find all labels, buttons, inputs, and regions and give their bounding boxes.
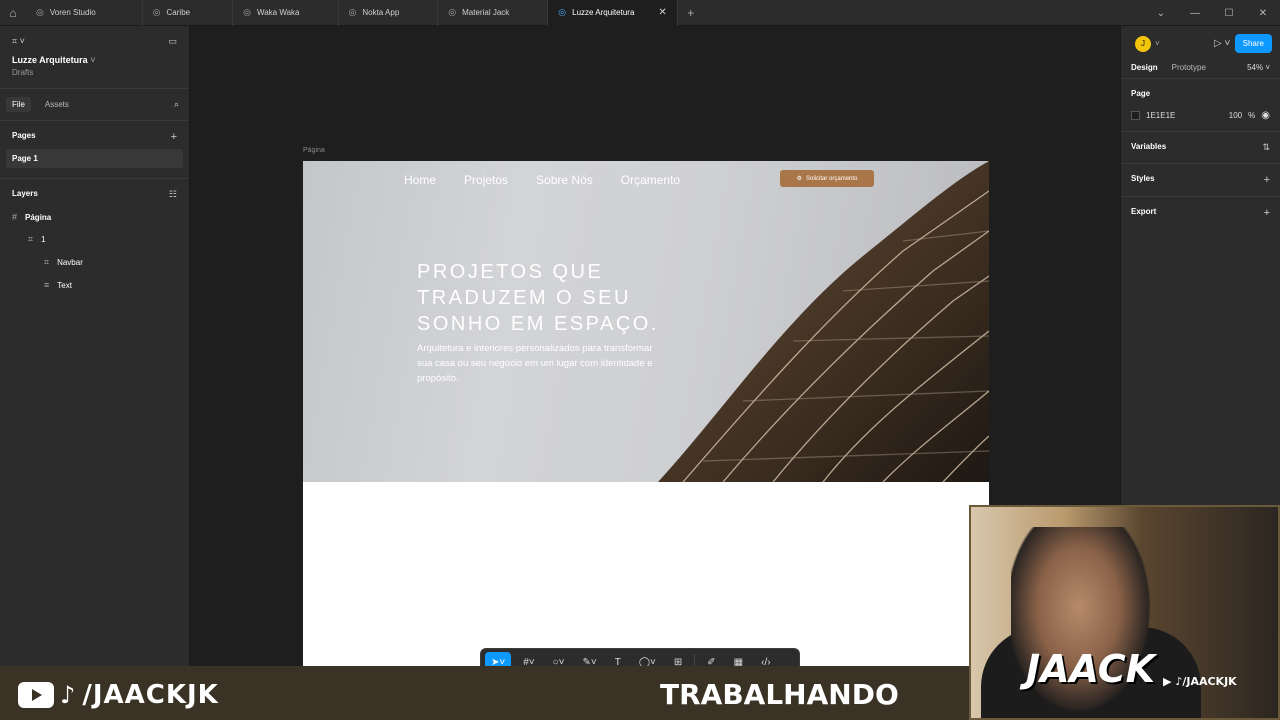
layer-item-pagina[interactable]: # Página	[0, 206, 189, 228]
file-icon: ◎	[243, 7, 251, 17]
hero-section[interactable]: Home Projetos Sobre Nós Orçamento ⚙ Solic…	[303, 161, 989, 482]
status-text: TRABALHANDO	[660, 678, 899, 711]
cam-handle: ▶ ♪/JAACKJK	[1163, 675, 1237, 688]
new-tab-icon[interactable]: +	[678, 6, 704, 20]
frame-icon: ⌗	[44, 257, 50, 267]
share-button[interactable]: Share	[1234, 34, 1272, 53]
nav-sobre-nos[interactable]: Sobre Nós	[536, 173, 593, 187]
eye-icon[interactable]: ◉	[1261, 110, 1270, 121]
tab-material-jack[interactable]: ◎ Material Jack	[438, 0, 549, 26]
hero-subtitle[interactable]: Arquitetura e interiores personalizados …	[417, 341, 657, 386]
page-opacity-unit: %	[1248, 111, 1256, 120]
tab-label: Nokta App	[362, 8, 400, 17]
cta-button[interactable]: ⚙ Solicitar orçamento	[780, 170, 874, 187]
minimize-icon[interactable]: —	[1178, 0, 1212, 26]
page-frame[interactable]: Home Projetos Sobre Nós Orçamento ⚙ Solic…	[303, 161, 989, 666]
project-location[interactable]: Drafts	[0, 65, 189, 80]
project-name[interactable]: Luzze Arquitetura ˅	[0, 47, 189, 65]
tab-label: Luzze Arquitetura	[572, 8, 635, 17]
handle-text: /JAACKJK	[82, 680, 219, 710]
layer-item-navbar[interactable]: ⌗ Navbar	[0, 251, 189, 274]
tab-waka-waka[interactable]: ◎ Waka Waka	[233, 0, 339, 26]
layer-item-text[interactable]: ≡ Text	[0, 274, 189, 296]
add-page-icon[interactable]: +	[171, 131, 177, 143]
page-color-swatch[interactable]	[1131, 111, 1140, 120]
navbar: Home Projetos Sobre Nós Orçamento	[404, 173, 680, 187]
tiktok-icon: ♪	[60, 681, 77, 709]
prototype-tab[interactable]: Prototype	[1172, 63, 1206, 72]
file-icon: ◎	[558, 7, 567, 17]
text-icon: ≡	[44, 280, 50, 290]
tab-luzze-arquitetura[interactable]: ◎ Luzze Arquitetura ✕	[548, 0, 678, 26]
close-icon[interactable]: ✕	[658, 7, 666, 18]
file-icon: ◎	[152, 7, 161, 17]
tab-label: Caribe	[166, 8, 191, 17]
layer-item-1[interactable]: ⌗ 1	[0, 228, 189, 251]
frame-icon: #	[12, 212, 18, 222]
tab-voren-studio[interactable]: ◎ Voren Studio	[26, 0, 143, 26]
social-handle: ♪ /JAACKJK	[18, 680, 219, 710]
file-tab[interactable]: File	[6, 97, 31, 112]
add-style-icon[interactable]: +	[1264, 174, 1270, 186]
layers-title: Layers	[12, 189, 38, 198]
nav-home[interactable]: Home	[404, 173, 436, 187]
frame-label[interactable]: Página	[303, 147, 325, 154]
nav-orcamento[interactable]: Orçamento	[621, 173, 680, 187]
maximize-icon[interactable]: ☐	[1212, 0, 1246, 26]
webcam-feed: JAACK ▶ ♪/JAACKJK	[969, 505, 1280, 720]
avatar[interactable]: J	[1135, 35, 1151, 52]
add-export-icon[interactable]: +	[1264, 207, 1270, 219]
file-icon: ◎	[348, 7, 357, 17]
hero-headline[interactable]: PROJETOS QUE TRADUZEM O SEU SONHO EM ESP…	[417, 259, 717, 337]
zoom-level[interactable]: 54% ˅	[1247, 63, 1270, 72]
layers-options-icon[interactable]: ☷	[169, 189, 177, 200]
cta-icon: ⚙	[796, 176, 803, 182]
toggle-sidebar-icon[interactable]: ▭	[168, 36, 177, 47]
page-item[interactable]: Page 1	[6, 149, 183, 168]
nav-projetos[interactable]: Projetos	[464, 173, 508, 187]
assets-tab[interactable]: Assets	[45, 100, 69, 109]
window-controls: ⌄ — ☐ ✕	[1144, 0, 1280, 26]
file-icon: ◎	[36, 7, 44, 17]
page-section-title: Page	[1131, 89, 1151, 98]
variables-settings-icon[interactable]: ⇅	[1262, 142, 1270, 153]
chevron-down-icon[interactable]: ⌄	[1144, 0, 1178, 26]
close-window-icon[interactable]: ✕	[1246, 0, 1280, 26]
frame-icon: ⌗	[28, 234, 34, 244]
pages-title: Pages	[12, 131, 36, 140]
cta-label: Solicitar orçamento	[806, 175, 858, 182]
page-color-value[interactable]: 1E1E1E	[1146, 111, 1175, 120]
tab-bar: ⌂ ◎ Voren Studio ◎ Caribe ◎ Waka Waka ◎ Nokt…	[0, 0, 1280, 26]
left-panel: ⌗ ˅ ▭ Luzze Arquitetura ˅ Drafts File As…	[0, 26, 190, 666]
file-icon: ◎	[448, 7, 457, 17]
youtube-icon: ▶	[1163, 675, 1172, 688]
figma-menu-icon[interactable]: ⌗ ˅	[12, 36, 25, 47]
youtube-icon	[18, 682, 54, 708]
tab-nokta-app[interactable]: ◎ Nokta App	[339, 0, 439, 26]
home-icon[interactable]: ⌂	[0, 0, 26, 26]
page-opacity-value[interactable]: 100	[1229, 111, 1242, 120]
search-icon[interactable]: ⌕	[174, 99, 179, 110]
present-icon[interactable]: ▷ ˅	[1214, 38, 1230, 49]
export-title: Export	[1131, 207, 1157, 216]
tab-caribe[interactable]: ◎ Caribe	[143, 0, 234, 26]
chevron-down-icon[interactable]: ˅	[1155, 39, 1160, 48]
tab-label: Voren Studio	[49, 8, 96, 17]
variables-title: Variables	[1131, 142, 1167, 151]
design-tab[interactable]: Design	[1131, 63, 1158, 72]
styles-title: Styles	[1131, 174, 1155, 183]
tab-label: Waka Waka	[256, 8, 300, 17]
tab-label: Material Jack	[462, 8, 510, 17]
jaack-logo: JAACK	[1026, 647, 1156, 691]
